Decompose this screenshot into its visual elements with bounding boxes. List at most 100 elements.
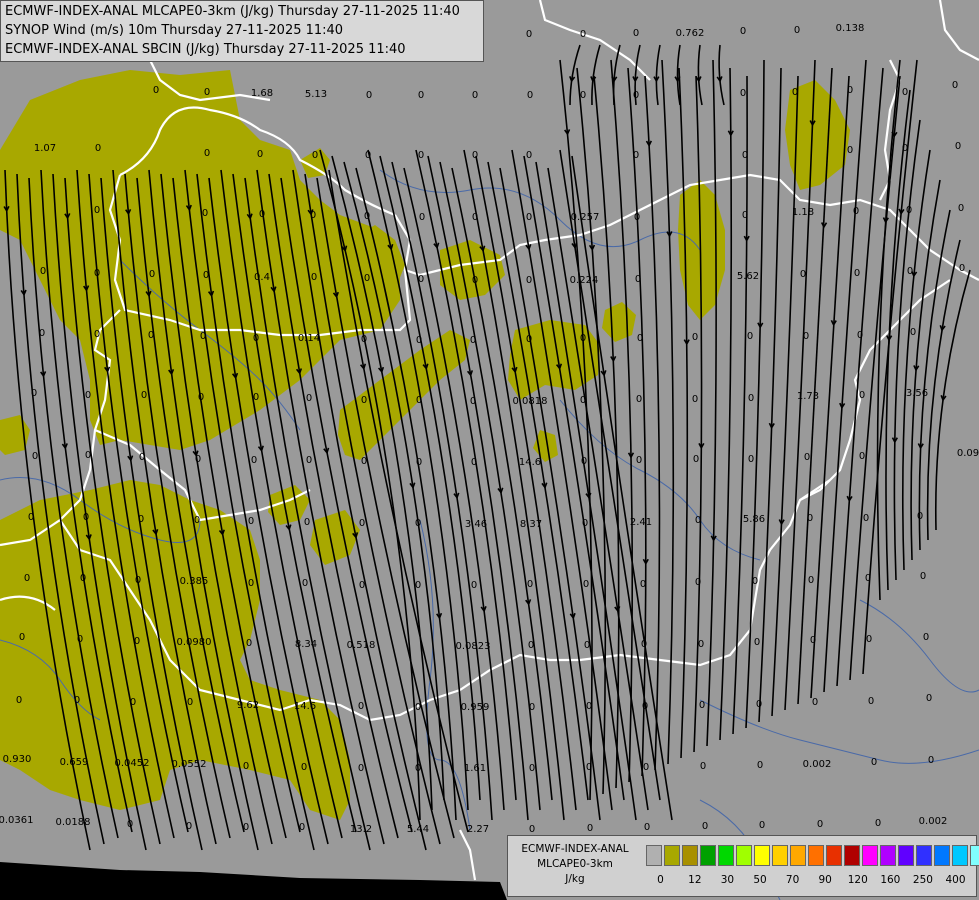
legend-swatch (862, 845, 878, 866)
legend-swatch (970, 845, 979, 866)
sbcin-value: 0 (740, 26, 746, 37)
sbcin-value: 0 (875, 818, 881, 829)
sbcin-value: 0 (526, 212, 532, 223)
sbcin-value: 0 (871, 757, 877, 768)
legend-label: ECMWF-INDEX-ANAL MLCAPE0-3km J/kg (512, 842, 638, 887)
sbcin-value: 0 (74, 695, 80, 706)
sbcin-value: 3.46 (465, 519, 487, 530)
sbcin-value: 0 (847, 85, 853, 96)
sbcin-value: 0 (529, 824, 535, 835)
sbcin-value: 0 (246, 638, 252, 649)
sbcin-value: 0 (259, 209, 265, 220)
sbcin-value: 0 (359, 580, 365, 591)
sbcin-value: 0 (528, 640, 534, 651)
sbcin-value: 0 (804, 452, 810, 463)
sbcin-value: 0 (243, 761, 249, 772)
sbcin-value: 0 (141, 390, 147, 401)
sbcin-value: 0 (204, 87, 210, 98)
sbcin-value: 0 (470, 335, 476, 346)
sbcin-value: 0 (253, 333, 259, 344)
sbcin-value: 0 (80, 573, 86, 584)
sbcin-value: 0 (693, 454, 699, 465)
sbcin-value: 0 (361, 456, 367, 467)
sbcin-value: 0 (134, 636, 140, 647)
sbcin-value: 0 (19, 632, 25, 643)
sbcin-value: 0 (94, 329, 100, 340)
sbcin-value: 0 (77, 634, 83, 645)
sbcin-value: 0 (792, 87, 798, 98)
sbcin-value: 0 (31, 388, 37, 399)
sbcin-value: 0 (527, 90, 533, 101)
sbcin-value: 0 (923, 632, 929, 643)
sbcin-value: 0 (85, 390, 91, 401)
sbcin-value: 0 (361, 395, 367, 406)
sbcin-value: 0 (902, 143, 908, 154)
sbcin-value: 0 (28, 512, 34, 523)
legend-label-unit: J/kg (565, 873, 585, 885)
sbcin-value: 0 (692, 394, 698, 405)
sbcin-value: 0 (952, 80, 958, 91)
sbcin-value: 0 (699, 700, 705, 711)
sbcin-value: 0 (16, 695, 22, 706)
sbcin-value: 0 (257, 149, 263, 160)
legend-swatch (682, 845, 698, 866)
sbcin-value: 0 (306, 393, 312, 404)
sbcin-value: 0 (415, 580, 421, 591)
sbcin-value: 0.959 (461, 702, 490, 713)
legend-swatch (952, 845, 968, 866)
sbcin-value: 0 (187, 697, 193, 708)
legend-tick-label: 0 (657, 874, 664, 886)
sbcin-value: 0 (32, 451, 38, 462)
sbcin-value: 0 (752, 576, 758, 587)
legend-label-parameter: MLCAPE0-3km (537, 858, 613, 870)
sbcin-value: 0 (365, 150, 371, 161)
sbcin-value: 0 (130, 697, 136, 708)
sbcin-value: 0.0188 (56, 817, 91, 828)
sbcin-value: 0 (253, 392, 259, 403)
sbcin-value: 0 (310, 210, 316, 221)
sbcin-value: 0 (85, 450, 91, 461)
sbcin-value: 0 (633, 150, 639, 161)
sbcin-value: 0 (633, 28, 639, 39)
sbcin-value: 0 (529, 763, 535, 774)
sbcin-value: 0 (526, 275, 532, 286)
sbcin-value: 0 (472, 212, 478, 223)
sbcin-value: 0 (358, 701, 364, 712)
sbcin-value: 0 (416, 457, 422, 468)
sbcin-value: 0 (644, 822, 650, 833)
sbcin-value: 0 (695, 515, 701, 526)
sbcin-value: 0 (248, 578, 254, 589)
sbcin-value: 0 (920, 571, 926, 582)
sbcin-value: 0 (756, 699, 762, 710)
legend-tick-label: 90 (818, 874, 832, 886)
sbcin-value: 0 (418, 90, 424, 101)
sbcin-value: 0 (526, 334, 532, 345)
legend-color-swatches (646, 845, 979, 866)
sbcin-value: 0 (583, 579, 589, 590)
sbcin-value: 0 (958, 203, 964, 214)
sbcin-value: 0 (587, 823, 593, 834)
sbcin-value: 0 (472, 150, 478, 161)
sbcin-value: 0 (866, 634, 872, 645)
sbcin-value: 0 (472, 275, 478, 286)
sbcin-value: 0 (580, 395, 586, 406)
legend-tick-label: 12 (688, 874, 702, 886)
sbcin-value: 0 (643, 762, 649, 773)
sbcin-value: 0 (910, 327, 916, 338)
sbcin-value: 0 (358, 763, 364, 774)
legend-swatch (718, 845, 734, 866)
sbcin-value: 0 (747, 331, 753, 342)
sbcin-value: 0 (470, 396, 476, 407)
sbcin-value: 0.518 (347, 640, 376, 651)
sbcin-value: 0.930 (3, 754, 32, 765)
sbcin-value: 0 (526, 29, 532, 40)
sbcin-value: 0 (959, 263, 965, 274)
sbcin-value: 0 (584, 640, 590, 651)
sbcin-value: 0 (198, 392, 204, 403)
sbcin-value: 14.6 (519, 457, 541, 468)
sbcin-value: 0 (127, 819, 133, 830)
sbcin-value: 0 (471, 580, 477, 591)
sbcin-value: 1.07 (34, 143, 56, 154)
legend-swatch (934, 845, 950, 866)
legend-swatch (808, 845, 824, 866)
